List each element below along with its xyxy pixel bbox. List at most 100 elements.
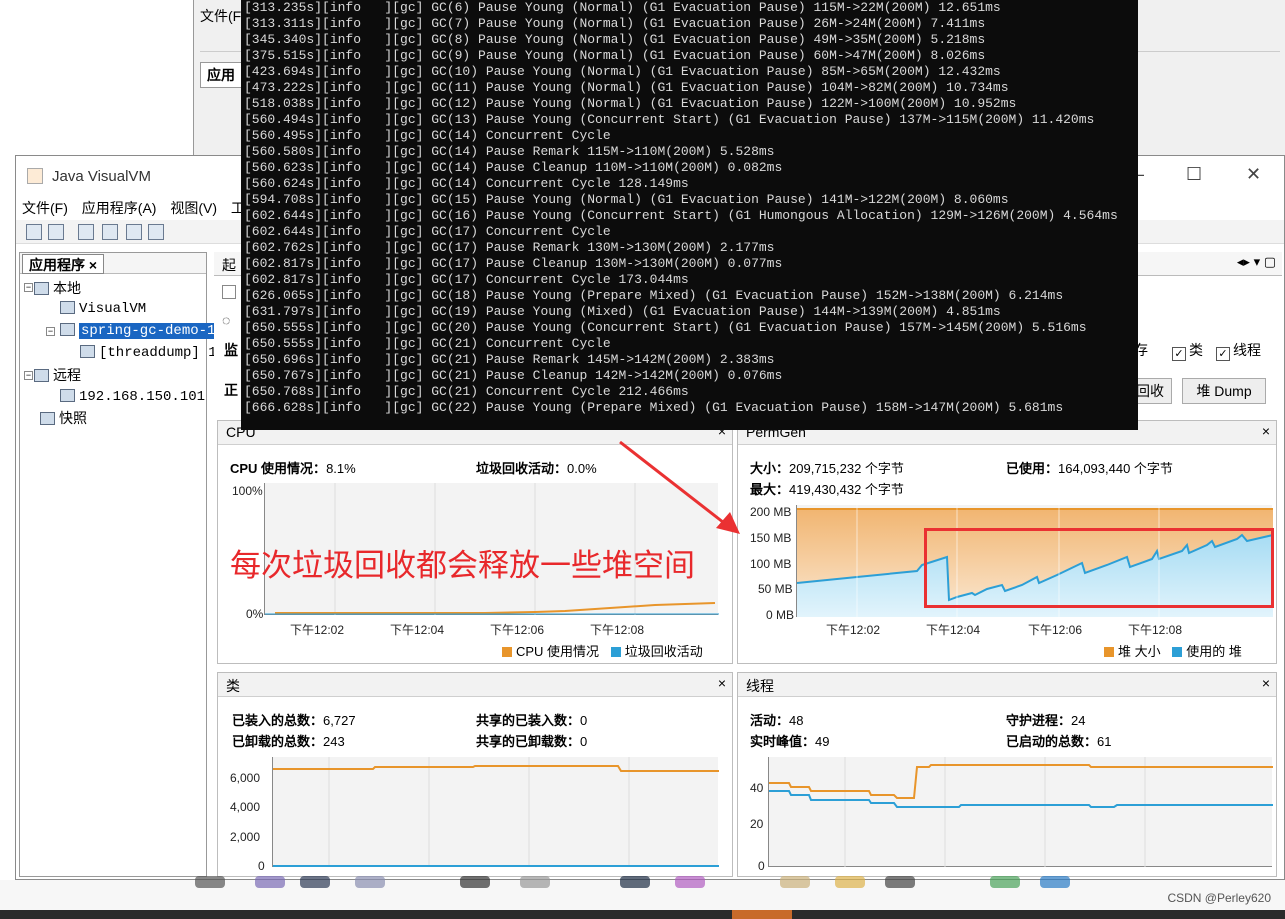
heap-dump-icon[interactable] bbox=[102, 224, 118, 240]
gc-activity-label: 垃圾回收活动： bbox=[476, 461, 568, 476]
tab-applications[interactable]: 应用程序 × bbox=[22, 254, 105, 274]
tree-node-visualvm[interactable]: VisualVM bbox=[60, 299, 146, 317]
terminal-line: [560.494s][info ][gc] GC(13) Pause Young… bbox=[244, 112, 1095, 127]
heap-max-stat: 最大：419,430,432 个字节 bbox=[750, 479, 904, 498]
heap-dump-button[interactable]: 堆 Dump bbox=[1182, 378, 1266, 404]
tab-overview[interactable]: 起 bbox=[222, 255, 236, 275]
checkbox-threads[interactable]: ✓ 线程 bbox=[1216, 340, 1261, 361]
threads-peak-label: 实时峰值： bbox=[750, 734, 816, 749]
heap-legend: 堆 大小 使用的 堆 bbox=[1104, 641, 1242, 660]
taskbar-app-icon[interactable] bbox=[620, 876, 650, 888]
taskbar-app-icon[interactable] bbox=[675, 876, 705, 888]
snapshots-icon bbox=[40, 412, 55, 425]
close-icon[interactable]: × bbox=[1262, 675, 1270, 691]
terminal-line: [602.817s][info ][gc] GC(17) Concurrent … bbox=[244, 272, 689, 287]
threads-live-value: 48 bbox=[789, 713, 804, 728]
close-icon[interactable]: × bbox=[718, 675, 726, 691]
taskbar-app-icon[interactable] bbox=[195, 876, 225, 888]
taskbar-app-icon[interactable] bbox=[885, 876, 915, 888]
legend-swatch-heap-size bbox=[1104, 647, 1114, 657]
close-icon[interactable]: × bbox=[1262, 423, 1270, 439]
taskbar-app-icon[interactable] bbox=[520, 876, 550, 888]
open-icon[interactable] bbox=[26, 224, 42, 240]
tree-node-app[interactable]: spring-gc-demo-1 bbox=[60, 321, 218, 339]
tab-applications-label: 应用程序 bbox=[29, 257, 85, 273]
classes-plot bbox=[272, 757, 719, 867]
terminal-line: [666.628s][info ][gc] GC(22) Pause Young… bbox=[244, 400, 1064, 415]
threads-panel: 线程 × 活动：48 实时峰值：49 守护进程：24 40 20 0 已启动的总数… bbox=[737, 672, 1277, 877]
tree-node-local[interactable]: 本地 bbox=[34, 278, 81, 298]
tree-node-local-label: 本地 bbox=[53, 280, 81, 296]
expand-app-toggle[interactable]: − bbox=[46, 327, 55, 336]
taskbar-app-icon[interactable] bbox=[990, 876, 1020, 888]
taskbar-app-icon[interactable] bbox=[255, 876, 285, 888]
legend-heap-size-label: 堆 大小 bbox=[1118, 644, 1161, 659]
terminal-line: [626.065s][info ][gc] GC(18) Pause Young… bbox=[244, 288, 1064, 303]
terminal-line: [650.768s][info ][gc] GC(21) Concurrent … bbox=[244, 384, 689, 399]
taskbar-app-icon[interactable] bbox=[835, 876, 865, 888]
tab-navigation-icon[interactable]: ◂▸ ▾ ▢ bbox=[1237, 254, 1276, 270]
add-jmx-icon[interactable] bbox=[78, 224, 94, 240]
taskbar-app-icon[interactable] bbox=[780, 876, 810, 888]
x-tick: 下午12:08 bbox=[1128, 623, 1183, 637]
heap-size-stat: 大小：209,715,232 个字节 bbox=[750, 458, 904, 477]
menu-application[interactable]: 应用程序(A) bbox=[82, 200, 157, 216]
threads-daemon-value: 24 bbox=[1071, 713, 1086, 728]
checkbox-classes[interactable]: ✓ 类 bbox=[1172, 340, 1203, 361]
bg-menu-file[interactable]: 文件(F) bbox=[200, 6, 246, 26]
expand-remote-toggle[interactable]: − bbox=[24, 371, 33, 380]
x-tick: 下午12:04 bbox=[926, 623, 981, 637]
x-tick: 下午12:08 bbox=[590, 623, 645, 637]
taskbar-app-icon[interactable] bbox=[460, 876, 490, 888]
classes-loaded-line bbox=[273, 765, 719, 772]
legend-swatch-heap-used bbox=[1172, 647, 1183, 657]
tree-node-threaddump[interactable]: [threaddump] 1 bbox=[80, 343, 217, 361]
taskbar-app-icon[interactable] bbox=[1040, 876, 1070, 888]
tree-node-remote[interactable]: 远程 bbox=[34, 365, 81, 385]
y-tick: 150 MB bbox=[750, 531, 792, 545]
threads-live-label: 活动： bbox=[750, 713, 790, 728]
threads-started-label: 已启动的总数： bbox=[1006, 734, 1098, 749]
taskbar-active-indicator bbox=[732, 910, 792, 919]
classes-loaded-value: 6,727 bbox=[323, 713, 356, 728]
heap-used-stat: 已使用：164,093,440 个字节 bbox=[1006, 458, 1173, 477]
legend-cpu-label: CPU 使用情况 bbox=[516, 644, 600, 659]
threads-started-stat: 已启动的总数：61 bbox=[1006, 731, 1111, 750]
terminal-line: [650.696s][info ][gc] GC(21) Pause Remar… bbox=[244, 352, 775, 367]
y-tick: 40 bbox=[750, 781, 764, 795]
terminal-line: [345.340s][info ][gc] GC(8) Pause Young … bbox=[244, 32, 986, 47]
bg-tab-applications[interactable]: 应用 bbox=[200, 62, 242, 88]
x-tick: 下午12:06 bbox=[1028, 623, 1083, 637]
java-app-icon bbox=[60, 323, 75, 336]
expand-local-toggle[interactable]: − bbox=[24, 283, 33, 292]
tree-node-snapshots[interactable]: 快照 bbox=[40, 408, 87, 428]
y-tick: 100% bbox=[232, 484, 263, 498]
heap-max-label: 最大： bbox=[750, 482, 790, 497]
x-tick: 下午12:02 bbox=[826, 623, 881, 637]
x-tick: 下午12:06 bbox=[490, 623, 545, 637]
menu-view[interactable]: 视图(V) bbox=[170, 200, 217, 216]
classes-panel: 类 × 已装入的总数：6,727 已卸载的总数：243 共享的已装入数：0 共享的… bbox=[217, 672, 733, 877]
taskbar-app-icon[interactable] bbox=[355, 876, 385, 888]
close-button[interactable]: ✕ bbox=[1246, 164, 1261, 185]
terminal-line: [313.235s][info ][gc] GC(6) Pause Young … bbox=[244, 0, 1001, 15]
threads-plot bbox=[768, 757, 1273, 867]
save-icon[interactable] bbox=[48, 224, 64, 240]
threads-peak-value: 49 bbox=[815, 734, 830, 749]
menu-file[interactable]: 文件(F) bbox=[22, 200, 68, 216]
legend-swatch-gc bbox=[610, 647, 621, 657]
computer-icon bbox=[34, 282, 49, 295]
threads-daemon-stat: 守护进程：24 bbox=[1006, 710, 1085, 729]
snapshot-icon[interactable] bbox=[148, 224, 164, 240]
y-tick: 0 bbox=[258, 859, 265, 873]
taskbar-app-icon[interactable] bbox=[300, 876, 330, 888]
thread-dump-icon[interactable] bbox=[126, 224, 142, 240]
terminal-line: [650.767s][info ][gc] GC(21) Pause Clean… bbox=[244, 368, 783, 383]
maximize-button[interactable]: ☐ bbox=[1186, 164, 1202, 185]
shared-unloaded-stat: 共享的已卸载数：0 bbox=[476, 731, 587, 750]
shared-loaded-label: 共享的已装入数： bbox=[476, 713, 581, 728]
tree-node-remote-host[interactable]: 192.168.150.101 bbox=[60, 387, 205, 405]
subtab-monitor[interactable]: 监 bbox=[224, 340, 238, 360]
taskbar-strip bbox=[0, 910, 1285, 919]
terminal-line: [518.038s][info ][gc] GC(12) Pause Young… bbox=[244, 96, 1017, 111]
